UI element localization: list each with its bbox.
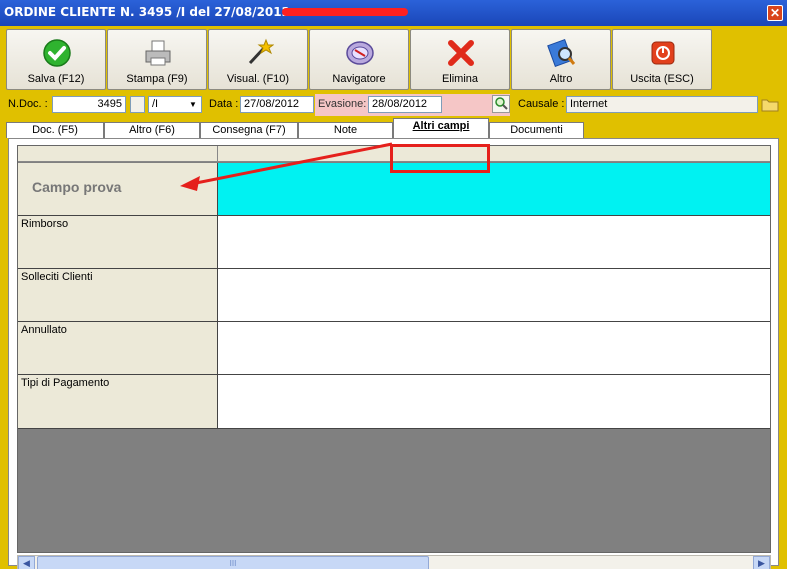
- grid-row[interactable]: Tipi di Pagamento: [18, 375, 770, 429]
- document-fields: N.Doc. : 3495 /I ▼ Data : 27/08/2012 Eva…: [0, 94, 787, 116]
- ndoc-label: N.Doc. :: [8, 98, 48, 110]
- row-label: Annullato: [18, 322, 218, 374]
- causale-label: Causale :: [518, 98, 565, 110]
- navigator-button[interactable]: Navigatore: [309, 29, 409, 90]
- evasione-label: Evasione:: [318, 98, 367, 110]
- ndoc-spin-button[interactable]: [130, 96, 145, 113]
- save-label: Salva (F12): [27, 73, 85, 85]
- delete-button[interactable]: Elimina: [410, 29, 510, 90]
- grid-row[interactable]: Solleciti Clienti: [18, 269, 770, 322]
- row-value-cell[interactable]: [218, 163, 770, 215]
- row-label: Solleciti Clienti: [18, 269, 218, 321]
- printer-icon: [145, 40, 171, 66]
- print-label: Stampa (F9): [126, 73, 188, 85]
- scroll-left-icon[interactable]: ◀: [18, 556, 35, 569]
- dropdown-arrow-icon[interactable]: ▼: [186, 98, 200, 111]
- tab-documenti[interactable]: Documenti: [489, 122, 584, 138]
- save-button[interactable]: Salva (F12): [6, 29, 106, 90]
- toolbar: Salva (F12) Stampa (F9) Visual. (F10) Na…: [6, 29, 712, 90]
- row-value-cell[interactable]: [218, 269, 770, 321]
- row-label: Rimborso: [18, 216, 218, 268]
- tab-panel: Campo prova Rimborso Solleciti Clienti A…: [8, 138, 779, 569]
- folder-icon[interactable]: [761, 96, 779, 113]
- navigator-label: Navigatore: [332, 73, 386, 85]
- scroll-right-icon[interactable]: ▶: [753, 556, 770, 569]
- magic-wand-icon: [248, 38, 274, 65]
- date-input[interactable]: 27/08/2012: [240, 96, 314, 113]
- order-window: Salva (F12) Stampa (F9) Visual. (F10) Na…: [0, 26, 787, 569]
- tab-consegna[interactable]: Consegna (F7): [200, 122, 298, 138]
- scroll-thumb[interactable]: III: [37, 556, 429, 569]
- grid-header: [18, 146, 770, 162]
- exit-button[interactable]: Uscita (ESC): [612, 29, 712, 90]
- window-title: ORDINE CLIENTE N. 3495 /I del 27/08/2012…: [4, 5, 300, 19]
- check-icon: [43, 39, 71, 67]
- horizontal-scrollbar[interactable]: ◀ III ▶: [17, 555, 771, 569]
- other-label: Altro: [549, 73, 573, 85]
- causale-input[interactable]: Internet: [566, 96, 758, 113]
- ndoc-input[interactable]: 3495: [52, 96, 126, 113]
- grid-header-cell: [18, 146, 218, 162]
- series-select[interactable]: /I ▼: [148, 96, 202, 113]
- delete-x-icon: [448, 40, 474, 66]
- grid-row[interactable]: Campo prova: [18, 163, 770, 216]
- grid-row[interactable]: Annullato: [18, 322, 770, 375]
- tab-altri-campi[interactable]: Altri campi: [393, 118, 489, 138]
- tab-altro[interactable]: Altro (F6): [104, 122, 200, 138]
- evasione-input[interactable]: 28/08/2012: [368, 96, 442, 113]
- redaction-mark: [282, 8, 408, 16]
- compass-icon: [346, 41, 374, 65]
- exit-label: Uscita (ESC): [630, 73, 694, 85]
- grid-row[interactable]: Rimborso: [18, 216, 770, 269]
- close-button[interactable]: ✕: [767, 5, 783, 21]
- view-label: Visual. (F10): [226, 73, 290, 85]
- delete-label: Elimina: [441, 73, 479, 85]
- title-bar: ORDINE CLIENTE N. 3495 /I del 27/08/2012…: [0, 0, 787, 26]
- data-label: Data :: [209, 98, 239, 110]
- row-value-cell[interactable]: [218, 375, 770, 428]
- tab-doc[interactable]: Doc. (F5): [6, 122, 104, 138]
- tab-note[interactable]: Note: [298, 122, 393, 138]
- search-document-icon: [547, 38, 576, 68]
- row-value-cell[interactable]: [218, 322, 770, 374]
- series-value: /I: [152, 98, 159, 110]
- evasione-group: Evasione: 28/08/2012: [315, 94, 510, 116]
- other-button[interactable]: Altro: [511, 29, 611, 90]
- row-label: Tipi di Pagamento: [18, 375, 218, 428]
- view-button[interactable]: Visual. (F10): [208, 29, 308, 90]
- row-label: Campo prova: [18, 163, 218, 215]
- print-button[interactable]: Stampa (F9): [107, 29, 207, 90]
- fields-grid: Campo prova Rimborso Solleciti Clienti A…: [17, 145, 771, 553]
- exit-icon: [651, 41, 675, 65]
- row-value-cell[interactable]: [218, 216, 770, 268]
- zoom-search-icon[interactable]: [492, 95, 510, 113]
